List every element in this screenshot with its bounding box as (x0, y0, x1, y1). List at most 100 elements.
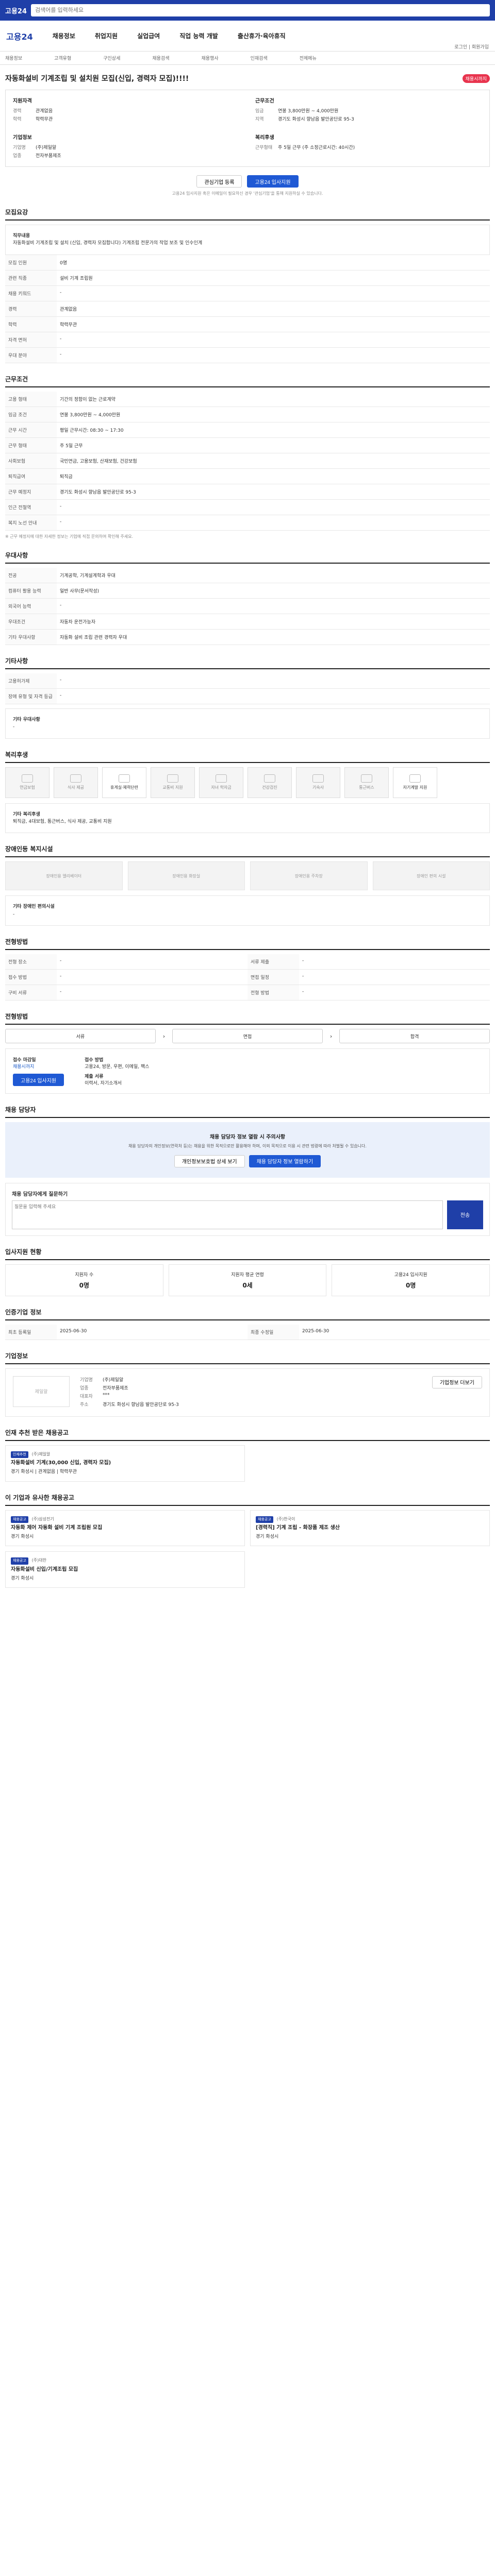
company-box: 제일알 기업명 (주)제일알 업종 전자부품제조 대표자 *** 주소 경기도 화성시 … (5, 1368, 490, 1417)
section-recruit-title: 모집요강 (5, 208, 490, 221)
nav-item-unemployment[interactable]: 실업급여 (137, 31, 160, 40)
apply-box-button[interactable]: 고용24 입사지원 (13, 1074, 64, 1087)
table-row: 퇴직급여 퇴직금 (5, 468, 490, 484)
welfare-item: 식사 제공 (54, 767, 98, 798)
gym-icon (119, 774, 130, 783)
table-row: 근무 형태 주 5일 근무 (5, 437, 490, 453)
table-row: 기타 우대사항 자동화 설비 조립 관련 경력자 우대 (5, 629, 490, 645)
duty-title: 직무내용 (13, 233, 30, 239)
process-step: 면접 (172, 1029, 323, 1044)
qa-input[interactable] (12, 1200, 443, 1229)
similar-card[interactable]: 채용공고 (주)삼성전기 자동화 제어 자동화 설비 기계 조립원 모집 경기 … (5, 1510, 245, 1547)
welfare-item: 통근버스 (344, 767, 389, 798)
apply-actions: 관심기업 등록 고용24 입사지원 (5, 175, 490, 188)
disabled-item: 장애인용 주차장 (250, 861, 368, 891)
table-row: 외국어 능력 - (5, 598, 490, 614)
summary-conditions: 근무조건 임금 연봉 3,800만원 ~ 4,000만원 지역 경기도 화성시 향남… (255, 98, 354, 122)
process-step: 합격 (339, 1029, 490, 1044)
section-welfare-title: 복리후생 (5, 750, 490, 763)
dormitory-icon (312, 774, 324, 783)
similar-card[interactable]: 채용공고 (주)대한 자동화설비 신입/기계조립 모집 경기 화성시 (5, 1551, 245, 1588)
contact-banner: 채용 담당자 정보 열람 시 주의사항 채용 담당자의 개인정보(연락처 등)는… (5, 1122, 490, 1178)
table-row: 채용 키워드 - (5, 285, 490, 301)
bus-icon (361, 774, 372, 783)
meal-icon (70, 774, 81, 783)
section-disabled-title: 장애인등 복지시설 (5, 844, 490, 858)
disabled-detail: 기타 장애인 편의시설 - (5, 895, 490, 926)
subnav-item[interactable]: 전체메뉴 (300, 55, 317, 61)
section-apply-title: 전형방법 (5, 1012, 490, 1025)
health-icon (264, 774, 275, 783)
subnav-item[interactable]: 채용검색 (152, 55, 169, 61)
recommend-card[interactable]: 인재추천 (주)제일알 자동화설비 기계(30,000 신입, 경력자 모집) … (5, 1445, 245, 1482)
apply-button[interactable]: 고용24 입사지원 (247, 175, 299, 188)
nav-item-training[interactable]: 직업 능력 개발 (179, 31, 218, 40)
summary-company: 지원자격 경력 관계없음 학력 학력무관 (13, 98, 53, 122)
subnav-item[interactable]: 구인상세 (103, 55, 120, 61)
similar-card[interactable]: 채용공고 (주)한국이 [경력직] 기계 조립 - 화장품 제조 생산 경기 화… (250, 1510, 490, 1547)
table-row: 인근 전철역 - (5, 499, 490, 515)
company-logo: 제일알 (13, 1376, 70, 1407)
summary-employment: 기업정보 기업명 (주)제일알 업종 전자부품제조 (13, 135, 61, 159)
pension-icon (22, 774, 33, 783)
table-row: 근무 예정지 경기도 화성시 향남읍 발안공단로 95-3 (5, 484, 490, 500)
subnav-item[interactable]: 채용행사 (202, 55, 219, 61)
transport-icon (167, 774, 178, 783)
table-row: 자격 면허 - (5, 332, 490, 348)
nav-item-support[interactable]: 취업지원 (95, 31, 118, 40)
stats-row: 지원자 수 0명 지원자 평균 연령 0세 고용24 입사지원 0명 (5, 1264, 490, 1296)
education-icon (216, 774, 227, 783)
deadline-badge: 채용시까지 (462, 74, 490, 83)
table-row: 컴퓨터 활용 능력 일반 사무(문서작성) (5, 583, 490, 599)
table-row: 전공 기계공학, 기계설계학과 우대 (5, 567, 490, 583)
recruit-table: 모집 인원 0명 관련 직종 설비 기계 조립원 채용 키워드 - 경력 관계없음 학력… (5, 255, 490, 363)
section-conditions-title: 근무조건 (5, 375, 490, 387)
stat-item: 고용24 입사지원 0명 (332, 1264, 490, 1296)
subnav-item[interactable]: 고객유형 (54, 55, 71, 61)
table-row: 고용허가제 - (5, 673, 490, 689)
table-row: 구비 서류 - 전형 방법 - (5, 985, 490, 1001)
welfare-grid: 연금보험 식사 제공 휴게실·체력단련 교통비 지원 자녀 학자금 건강검진 기… (5, 767, 490, 798)
announce-table: 최초 등록일 2025-06-30 최종 수정일 2025-06-30 (5, 1324, 490, 1340)
section-stats-title: 입사지원 현황 (5, 1247, 490, 1260)
disabled-item: 장애인용 화장실 (127, 861, 245, 891)
bookmark-button[interactable]: 관심기업 등록 (196, 175, 242, 188)
duty-body: 자동화설비 기계조립 및 설치 (신입, 경력자 모집합니다) 기계조립 전문가… (13, 241, 203, 246)
arrow-right-icon: › (162, 1032, 166, 1040)
contact-warning: 채용 담당자 정보 열람 시 주의사항 (209, 1134, 286, 1141)
qa-send-button[interactable]: 전송 (447, 1200, 483, 1229)
table-row: 접수 방법 - 면접 일정 - (5, 969, 490, 986)
welfare-item: 연금보험 (5, 767, 50, 798)
section-prefer-title: 우대사항 (5, 551, 490, 564)
view-contact-button[interactable]: 채용 담당자 정보 열람하기 (249, 1155, 321, 1167)
top-logo[interactable]: 고용24 (5, 6, 27, 15)
welfare-item: 기숙사 (296, 767, 340, 798)
company-more-button[interactable]: 기업정보 더보기 (432, 1376, 482, 1388)
subnav-item[interactable]: 채용정보 (5, 55, 22, 61)
subnav-item[interactable]: 인재검색 (251, 55, 268, 61)
table-row: 우대조건 자동차 운전가능자 (5, 614, 490, 630)
brand-logo[interactable]: 고용24 (6, 30, 33, 42)
table-row: 모집 인원 0명 (5, 255, 490, 270)
apply-note: 고용24 입사지원 혹은 이메일이 필요하신 경우 '관심기업'을 통해 지원하… (172, 191, 323, 196)
nav-item-leave[interactable]: 출산휴가·육아휴직 (238, 31, 286, 40)
top-search-input[interactable] (31, 4, 490, 16)
process-step: 서류 (5, 1029, 156, 1044)
arrow-right-icon: › (329, 1032, 333, 1040)
top-banner: 고용24 (0, 0, 495, 21)
recommend-tag: 인재추천 (11, 1451, 28, 1459)
welfare-item: 휴게실·체력단련 (102, 767, 146, 798)
job-title: 자동화설비 기계조립 및 설치원 모집(신입, 경력자 모집)!!!! (5, 75, 189, 83)
main-nav: 고용24 채용정보 취업지원 실업급여 직업 능력 개발 출산휴가·육아휴직 로… (0, 21, 495, 52)
table-row: 사회보험 국민연금, 고용보험, 산재보험, 건강보험 (5, 453, 490, 469)
privacy-detail-button[interactable]: 개인정보보호법 상세 보기 (174, 1155, 245, 1167)
nav-item-jobs[interactable]: 채용정보 (53, 31, 75, 40)
job-summary: 지원자격 경력 관계없음 학력 학력무관 근무조건 임금 연봉 3,800만원 ~ 4… (5, 90, 490, 167)
login-links[interactable]: 로그인 | 회원가입 (454, 43, 489, 50)
stat-item: 지원자 수 0명 (5, 1264, 163, 1296)
conditions-note: ※ 근무 예정지에 대한 자세한 정보는 기업에 직접 문의하여 확인해 주세요… (5, 534, 134, 539)
table-row: 장애 유형 및 자격 등급 - (5, 688, 490, 704)
table-row: 관련 직종 설비 기계 조립원 (5, 270, 490, 286)
table-row: 전형 장소 - 서류 제출 - (5, 954, 490, 970)
table-row: 경력 관계없음 (5, 301, 490, 317)
